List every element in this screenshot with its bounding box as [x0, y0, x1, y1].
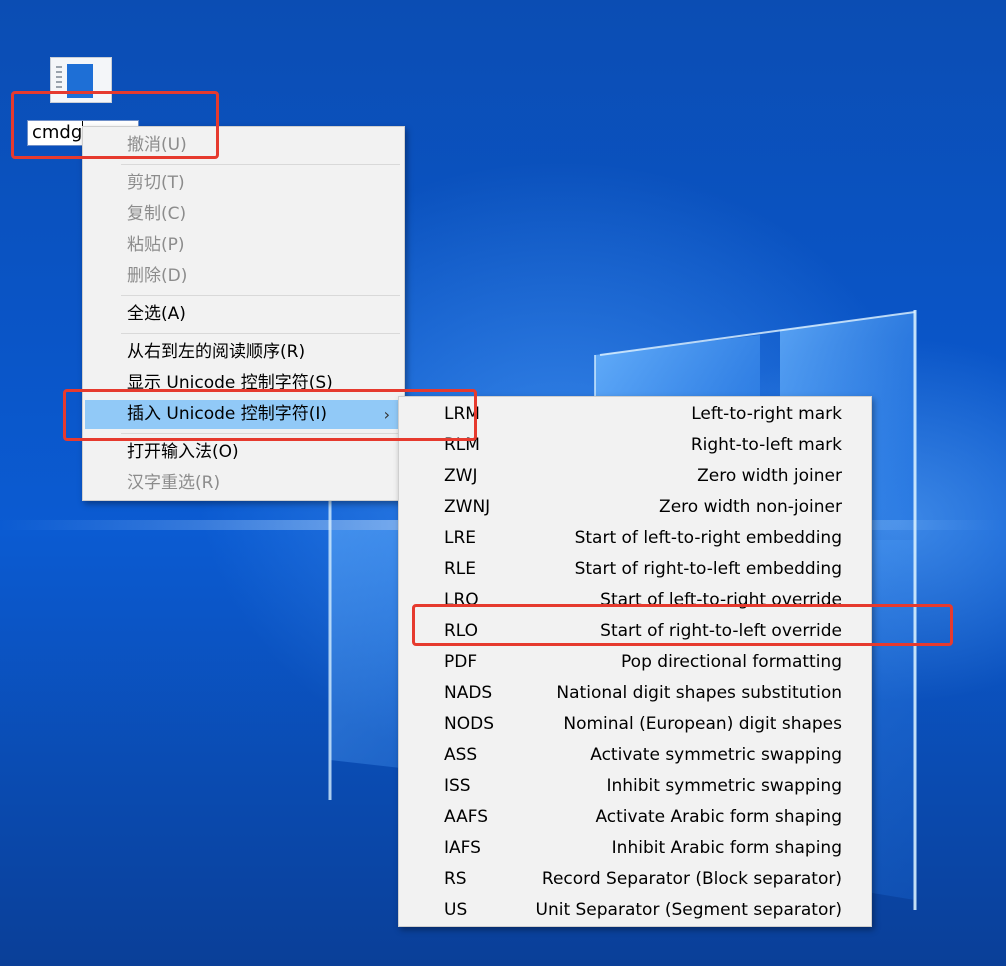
control-description: Nominal (European) digit shapes — [563, 714, 842, 734]
rename-field-text: cmdg — [32, 122, 83, 143]
submenu-item-zwnj[interactable]: ZWNJ Zero width non-joiner — [401, 492, 869, 523]
edit-context-menu: 撤消(U) 剪切(T) 复制(C) 粘贴(P) 删除(D) 全选(A) 从右到左… — [82, 126, 405, 501]
document-file-icon[interactable] — [50, 57, 112, 103]
file-lines-decoration — [56, 66, 62, 96]
control-code: RS — [444, 869, 467, 889]
control-description: Zero width non-joiner — [659, 497, 842, 517]
submenu-item-us[interactable]: US Unit Separator (Segment separator) — [401, 895, 869, 926]
menu-item-label: 复制(C) — [127, 204, 187, 224]
control-description: Inhibit symmetric swapping — [606, 776, 842, 796]
submenu-item-pdf[interactable]: PDF Pop directional formatting — [401, 647, 869, 678]
control-description: Unit Separator (Segment separator) — [535, 900, 843, 920]
control-description: Left-to-right mark — [691, 404, 842, 424]
menu-item-label: 撤消(U) — [127, 135, 187, 155]
submenu-item-aafs[interactable]: AAFS Activate Arabic form shaping — [401, 802, 869, 833]
control-code: RLO — [444, 621, 479, 641]
menu-item-show-unicode-control[interactable]: 显示 Unicode 控制字符(S) — [85, 369, 402, 398]
submenu-item-lrm[interactable]: LRM Left-to-right mark — [401, 399, 869, 430]
menu-item-insert-unicode-control[interactable]: 插入 Unicode 控制字符(I) › — [85, 400, 402, 429]
submenu-item-lro[interactable]: LRO Start of left-to-right override — [401, 585, 869, 616]
control-description: Start of left-to-right embedding — [574, 528, 842, 548]
submenu-item-ass[interactable]: ASS Activate symmetric swapping — [401, 740, 869, 771]
control-code: ASS — [444, 745, 478, 765]
menu-item-label: 汉字重选(R) — [127, 473, 221, 493]
submenu-item-rlm[interactable]: RLM Right-to-left mark — [401, 430, 869, 461]
menu-item-label: 显示 Unicode 控制字符(S) — [127, 373, 333, 393]
menu-item-open-ime[interactable]: 打开输入法(O) — [85, 438, 402, 467]
submenu-item-zwj[interactable]: ZWJ Zero width joiner — [401, 461, 869, 492]
control-code: AAFS — [444, 807, 489, 827]
menu-item-cut[interactable]: 剪切(T) — [85, 169, 402, 198]
menu-item-delete[interactable]: 删除(D) — [85, 262, 402, 291]
submenu-item-rlo[interactable]: RLO Start of right-to-left override — [401, 616, 869, 647]
control-code: RLM — [444, 435, 480, 455]
menu-item-label: 从右到左的阅读顺序(R) — [127, 342, 306, 362]
menu-separator — [121, 333, 400, 334]
menu-item-rtl-reading-order[interactable]: 从右到左的阅读顺序(R) — [85, 338, 402, 367]
control-code: LRO — [444, 590, 479, 610]
submenu-item-lre[interactable]: LRE Start of left-to-right embedding — [401, 523, 869, 554]
menu-item-label: 打开输入法(O) — [127, 442, 239, 462]
menu-item-reconversion[interactable]: 汉字重选(R) — [85, 469, 402, 498]
control-description: Pop directional formatting — [621, 652, 842, 672]
control-description: Start of left-to-right override — [600, 590, 842, 610]
control-code: ISS — [444, 776, 471, 796]
control-code: PDF — [444, 652, 478, 672]
control-description: Activate symmetric swapping — [590, 745, 842, 765]
control-description: Start of right-to-left embedding — [574, 559, 842, 579]
submenu-item-rle[interactable]: RLE Start of right-to-left embedding — [401, 554, 869, 585]
menu-item-label: 删除(D) — [127, 266, 188, 286]
control-code: LRE — [444, 528, 477, 548]
menu-separator — [121, 433, 400, 434]
submenu-item-iss[interactable]: ISS Inhibit symmetric swapping — [401, 771, 869, 802]
menu-item-select-all[interactable]: 全选(A) — [85, 300, 402, 329]
control-code: RLE — [444, 559, 477, 579]
menu-item-copy[interactable]: 复制(C) — [85, 200, 402, 229]
control-code: ZWJ — [444, 466, 478, 486]
control-description: Right-to-left mark — [690, 435, 842, 455]
submenu-item-nads[interactable]: NADS National digit shapes substitution — [401, 678, 869, 709]
file-blue-block — [67, 64, 93, 98]
submenu-item-iafs[interactable]: IAFS Inhibit Arabic form shaping — [401, 833, 869, 864]
control-description: Record Separator (Block separator) — [541, 869, 842, 889]
menu-item-undo[interactable]: 撤消(U) — [85, 131, 402, 160]
control-description: Zero width joiner — [697, 466, 842, 486]
control-code: ZWNJ — [444, 497, 491, 517]
menu-item-label: 插入 Unicode 控制字符(I) — [127, 404, 328, 424]
menu-item-label: 全选(A) — [127, 304, 186, 324]
control-description: Activate Arabic form shaping — [595, 807, 842, 827]
control-description: Start of right-to-left override — [600, 621, 842, 641]
submenu-arrow-icon: › — [383, 405, 390, 424]
submenu-item-nods[interactable]: NODS Nominal (European) digit shapes — [401, 709, 869, 740]
menu-item-label: 剪切(T) — [127, 173, 185, 193]
menu-item-paste[interactable]: 粘贴(P) — [85, 231, 402, 260]
unicode-control-submenu: LRM Left-to-right mark RLM Right-to-left m… — [398, 396, 872, 927]
menu-item-label: 粘贴(P) — [127, 235, 185, 255]
control-code: NODS — [444, 714, 494, 734]
menu-separator — [121, 295, 400, 296]
submenu-item-rs[interactable]: RS Record Separator (Block separator) — [401, 864, 869, 895]
control-code: NADS — [444, 683, 493, 703]
control-code: US — [444, 900, 468, 920]
control-description: National digit shapes substitution — [556, 683, 842, 703]
control-code: IAFS — [444, 838, 481, 858]
control-description: Inhibit Arabic form shaping — [611, 838, 842, 858]
control-code: LRM — [444, 404, 480, 424]
menu-separator — [121, 164, 400, 165]
